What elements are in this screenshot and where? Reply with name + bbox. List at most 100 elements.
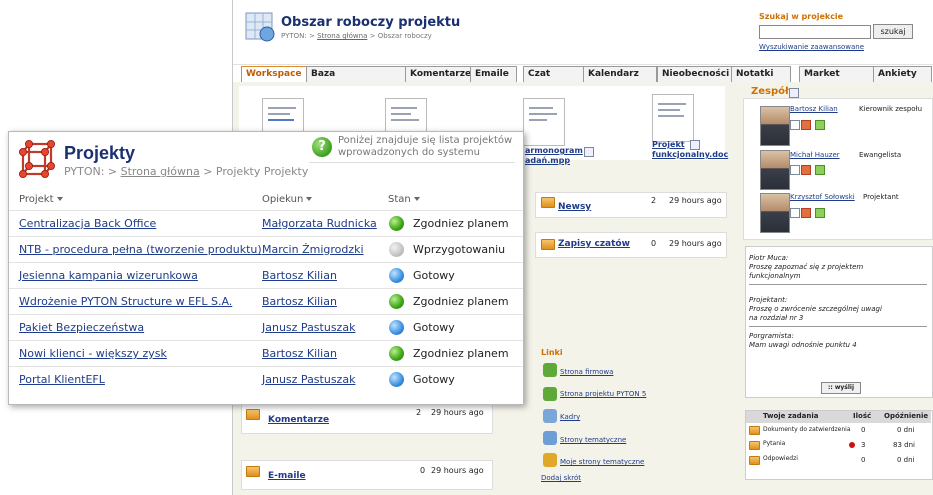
document-name-line[interactable]: Projekt [652,140,685,149]
feed-count: 0 [651,239,657,248]
note-text: na rozdział nr 3 [749,314,804,322]
table-row[interactable]: Pakiet Bezpieczeństwa Janusz Pastuszak Got… [9,314,523,341]
tab-absences[interactable]: Nieobecności [657,66,733,82]
search-button[interactable]: szukaj [873,24,913,39]
member-action-icon[interactable] [815,165,825,175]
document-name-line[interactable]: armonogram [525,146,583,155]
member-action-icon[interactable] [801,165,811,175]
project-name-link[interactable]: Portal KlientEFL [19,373,105,386]
link-item[interactable]: Strony tematyczne [560,436,626,444]
breadcrumb-current: > Projekty Projekty [203,165,309,178]
advanced-search-link[interactable]: Wyszukiwanie zaawansowane [759,43,864,51]
member-action-icon[interactable] [790,120,800,130]
table-row[interactable]: Centralizacja Back Office Małgorzata Rudn… [9,210,523,237]
task-name[interactable]: Dokumenty do zatwierdzenia [763,426,851,433]
feed-name[interactable]: Komentarze [268,415,329,425]
member-action-icon[interactable] [815,120,825,130]
avatar [760,193,790,233]
table-row[interactable]: NTB - procedura pełna (tworzenie produkt… [9,236,523,263]
member-name[interactable]: Krzysztof Sołowski [790,193,855,201]
member-name[interactable]: Michał Hauzer [790,151,840,159]
tab-workspace[interactable]: Workspace [241,66,308,82]
info-divider [309,162,515,163]
status-indicator-icon [389,346,404,361]
status-label: Zgodniez planem [413,347,509,360]
table-row[interactable]: Wdrożenie PYTON Structure w EFL S.A. Bart… [9,288,523,315]
member-action-icon[interactable] [801,120,811,130]
document-name-line[interactable]: adań.mpp [525,156,570,165]
table-row[interactable]: Portal KlientEFL Janusz Pastuszak Gotowy [9,366,523,393]
note-author: Piotr Muca: [749,254,789,262]
document-menu-icon[interactable] [690,140,700,150]
breadcrumb-home-link[interactable]: Strona główna [121,165,200,178]
column-header-owner[interactable]: Opiekun [262,194,313,205]
task-count: 3 [861,441,866,449]
breadcrumb-home-link[interactable]: Strona główna [317,32,367,40]
avatar [760,106,790,146]
project-name-link[interactable]: Pakiet Bezpieczeństwa [19,321,144,334]
column-header-label[interactable]: Projekt [19,194,54,205]
document-name-line[interactable]: funkcjonalny.doc [652,150,728,159]
tab-surveys[interactable]: Ankiety [873,66,932,82]
feed-name[interactable]: Zapisy czatów [558,239,630,249]
link-item[interactable]: Strona firmowa [560,368,613,376]
link-item[interactable]: Moje strony tematyczne [560,458,644,466]
project-name-link[interactable]: Nowi klienci - większy zysk [19,347,167,360]
team-menu-icon[interactable] [789,88,799,98]
column-header-project[interactable]: Projekt [19,194,63,205]
tab-emails[interactable]: Emaile [470,66,517,82]
note-author: Porgramista: [749,332,794,340]
project-owner-link[interactable]: Bartosz Kilian [262,295,337,308]
project-owner-link[interactable]: Bartosz Kilian [262,347,337,360]
task-name[interactable]: Odpowiedzi [763,455,798,462]
project-owner-link[interactable]: Małgorzata Rudnicka [262,217,377,230]
sort-caret-icon[interactable] [413,197,420,201]
column-header-label[interactable]: Opiekun [262,194,303,205]
sort-caret-icon[interactable] [56,197,63,201]
status-indicator-icon [389,372,404,387]
document-thumbnail[interactable] [652,94,694,142]
tab-documents[interactable]: Baza dokumentów [306,66,407,94]
document-menu-icon[interactable] [584,147,594,157]
project-name-link[interactable]: Centralizacja Back Office [19,217,156,230]
avatar [760,150,790,190]
tab-comments[interactable]: Komentarze [405,66,473,82]
project-name-link[interactable]: NTB - procedura pełna (tworzenie produkt… [19,243,262,256]
task-icon [749,441,760,450]
workspace-header: Obszar roboczy projektu PYTON: > Strona … [233,0,933,65]
tab-chat[interactable]: Czat [523,66,585,82]
feed-name[interactable]: E-maile [268,471,306,481]
info-line: wprowadzonych do systemu [338,147,480,158]
column-header-label[interactable]: Stan [388,194,411,205]
project-owner-link[interactable]: Bartosz Kilian [262,269,337,282]
member-action-icon[interactable] [815,208,825,218]
project-owner-link[interactable]: Janusz Pastuszak [262,321,355,334]
sort-caret-icon[interactable] [306,197,313,201]
tab-notes[interactable]: Notatki [731,66,791,82]
send-button[interactable]: :: wyślij [821,382,861,394]
table-row[interactable]: Jesienna kampania wizerunkowa Bartosz Kil… [9,262,523,289]
project-owner-link[interactable]: Janusz Pastuszak [262,373,355,386]
add-shortcut-link[interactable]: Dodaj skrót [541,474,581,482]
project-name-link[interactable]: Wdrożenie PYTON Structure w EFL S.A. [19,295,232,308]
member-action-icon[interactable] [790,165,800,175]
help-icon[interactable]: ? [312,137,332,157]
search-input[interactable] [759,25,871,39]
feed-name[interactable]: Newsy [558,202,591,212]
task-name[interactable]: Pytania [763,440,785,447]
member-action-icon[interactable] [790,208,800,218]
document-name[interactable]: armonogram adań.mpp [525,146,583,166]
tab-market-analyst[interactable]: Market Analyst [799,66,875,94]
member-name[interactable]: Bartosz Kilian [790,105,838,113]
table-row[interactable]: Nowi klienci - większy zysk Bartosz Kilia… [9,340,523,367]
document-thumbnail[interactable] [523,98,565,146]
tab-calendar[interactable]: Kalendarz [583,66,657,82]
feed-time: 29 hours ago [669,239,722,248]
link-item[interactable]: Strona projektu PYTON 5 [560,390,646,398]
member-action-icon[interactable] [801,208,811,218]
project-name-link[interactable]: Jesienna kampania wizerunkowa [19,269,198,282]
column-header-status[interactable]: Stan [388,194,420,205]
breadcrumb: PYTON: > Strona główna > Projekty Projek… [64,165,308,178]
link-item[interactable]: Kadry [560,413,580,421]
project-owner-link[interactable]: Marcin Żmigrodzki [262,243,364,256]
